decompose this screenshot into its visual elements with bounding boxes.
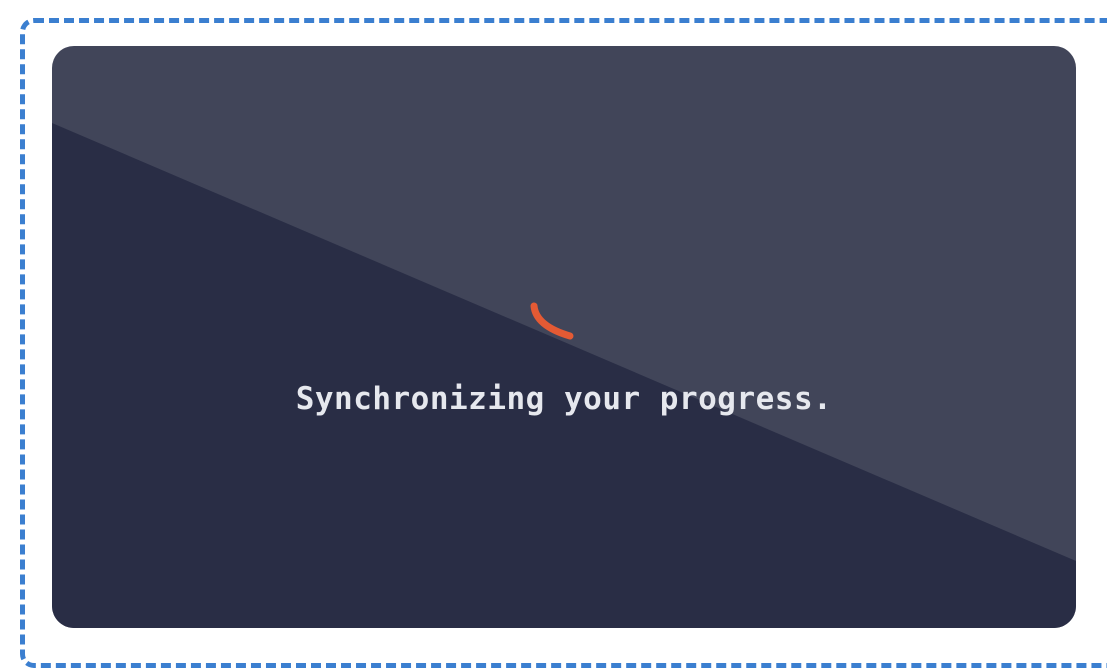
loading-spinner-icon <box>530 302 574 340</box>
loading-panel: Synchronizing your progress. <box>52 46 1076 628</box>
sync-status-message: Synchronizing your progress. <box>295 381 833 417</box>
